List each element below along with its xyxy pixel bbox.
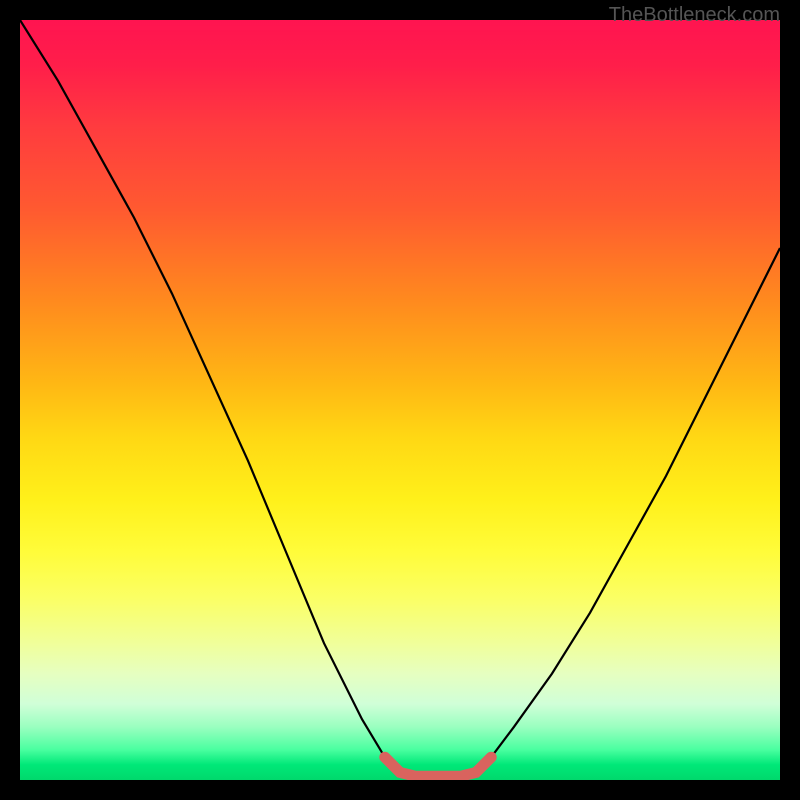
chart-svg <box>20 20 780 780</box>
tolerance-band-line <box>385 757 491 776</box>
watermark-text: TheBottleneck.com <box>609 4 780 27</box>
bottleneck-curve-line <box>20 20 780 776</box>
chart-plot-area <box>20 20 780 780</box>
